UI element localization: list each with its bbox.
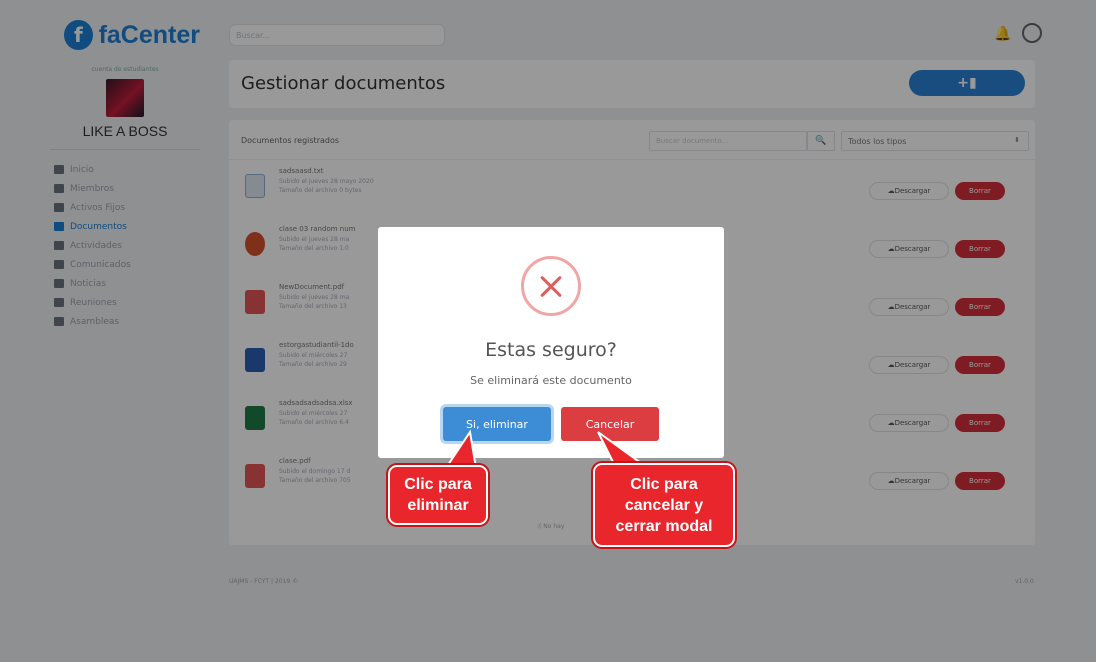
callout-text: Clic para cancelar y cerrar modal: [615, 475, 713, 535]
annotation-callout-confirm: Clic para eliminar: [388, 465, 488, 525]
callout-tail-cancel: [597, 431, 649, 467]
annotation-callout-cancel: Clic para cancelar y cerrar modal: [593, 463, 735, 547]
callout-text: Clic para eliminar: [404, 476, 472, 514]
callout-tail-confirm: [444, 429, 478, 469]
callout-tails: [444, 429, 649, 469]
